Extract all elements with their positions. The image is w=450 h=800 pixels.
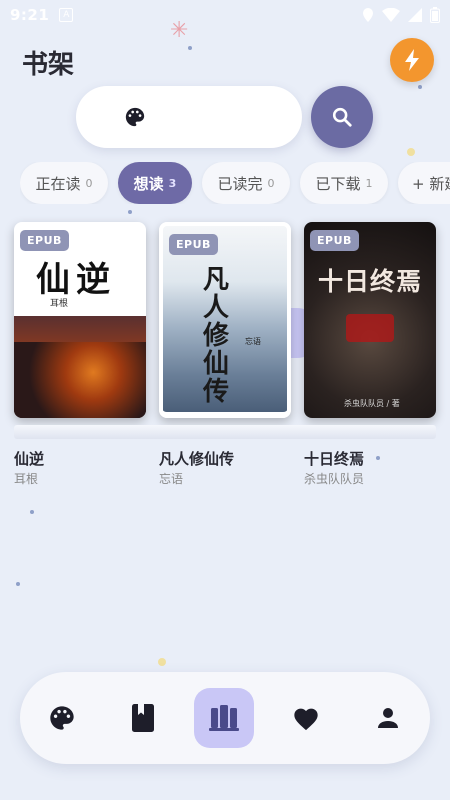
cover-title: 十日终焉 — [318, 267, 423, 296]
wifi-icon — [382, 8, 400, 22]
sparkle-icon: ✳ — [170, 18, 189, 43]
tab-count: 1 — [365, 176, 373, 190]
palette-icon — [125, 107, 145, 127]
tab-label: 已读完 — [217, 174, 263, 193]
book-author: 耳根 — [14, 472, 39, 486]
book-card[interactable]: EPUB 十日终焉 杀虫队队员 / 著 十日终焉 杀虫队队员 — [304, 222, 436, 486]
tab-count: 0 — [85, 176, 93, 190]
decor-dot — [16, 582, 20, 586]
cover-art — [14, 342, 146, 418]
shelf-tabs: 正在读 0 想读 3 已读完 0 已下载 1 + 新建 — [20, 162, 450, 204]
cover-author: 耳根 — [50, 299, 69, 309]
tab-finished[interactable]: 已读完 0 — [202, 162, 290, 204]
nav-profile[interactable] — [358, 688, 418, 748]
tab-label: 已下载 — [315, 174, 361, 193]
bottom-nav — [20, 672, 430, 764]
format-badge: EPUB — [169, 234, 218, 255]
nav-bookshelf[interactable] — [194, 688, 254, 748]
search-icon — [332, 107, 352, 127]
cover-author: 忘语 — [245, 337, 261, 346]
tab-new[interactable]: + 新建 — [398, 162, 450, 204]
book-card[interactable]: EPUB 凡人修仙传 忘语 凡人修仙传 忘语 — [159, 222, 291, 486]
cover-author: 杀虫队队员 / 著 — [344, 399, 400, 408]
nav-theme[interactable] — [32, 688, 92, 748]
battery-icon — [430, 7, 440, 23]
bookshelf-icon — [209, 705, 239, 731]
tab-want-to-read[interactable]: 想读 3 — [118, 162, 192, 204]
quick-action-button[interactable] — [390, 38, 434, 82]
nav-bookmark[interactable] — [113, 688, 173, 748]
decor-dot — [30, 510, 34, 514]
tab-downloaded[interactable]: 已下载 1 — [300, 162, 388, 204]
status-time: 9:21 — [10, 6, 50, 24]
decor-dot — [128, 210, 132, 214]
book-card[interactable]: EPUB 仙逆 耳根 仙逆 耳根 — [14, 222, 146, 486]
decor-dot — [188, 46, 192, 50]
decor-dot — [418, 85, 422, 89]
tab-count: 0 — [267, 176, 275, 190]
book-cover: EPUB 仙逆 耳根 — [14, 222, 146, 418]
cover-title: 仙逆 — [36, 260, 116, 300]
cover-art — [346, 314, 394, 342]
tab-label: + 新建 — [412, 174, 450, 193]
mode-theme-button[interactable] — [82, 92, 188, 142]
bookmark-icon — [132, 704, 154, 732]
book-title: 十日终焉 — [304, 450, 365, 468]
view-mode-toggle — [76, 86, 322, 358]
lightning-icon — [405, 49, 419, 71]
person-icon — [378, 708, 398, 728]
tab-reading[interactable]: 正在读 0 — [20, 162, 108, 204]
location-icon — [363, 8, 373, 22]
book-cover: EPUB 十日终焉 杀虫队队员 / 著 — [304, 222, 436, 418]
nav-favorites[interactable] — [276, 688, 336, 748]
status-bar: 9:21 A — [0, 0, 450, 30]
tab-count: 3 — [168, 176, 177, 190]
tab-label: 正在读 — [35, 174, 81, 193]
page-title: 书架 — [22, 50, 75, 80]
shelf-divider — [14, 425, 436, 439]
book-author: 杀虫队队员 — [304, 472, 365, 486]
book-cover: EPUB 凡人修仙传 忘语 — [159, 222, 291, 418]
decor-dot — [376, 456, 380, 460]
book-title: 凡人修仙传 — [159, 450, 235, 468]
notification-icon: A — [59, 8, 74, 22]
decor-dot — [407, 148, 415, 156]
book-author: 忘语 — [159, 472, 184, 486]
palette-icon — [50, 706, 74, 730]
heart-icon — [294, 708, 318, 731]
format-badge: EPUB — [310, 230, 359, 251]
book-title: 仙逆 — [14, 450, 45, 468]
format-badge: EPUB — [20, 230, 69, 251]
tab-label: 想读 — [133, 174, 164, 193]
search-button[interactable] — [311, 86, 373, 148]
decor-dot — [158, 658, 166, 666]
signal-icon — [408, 8, 422, 22]
